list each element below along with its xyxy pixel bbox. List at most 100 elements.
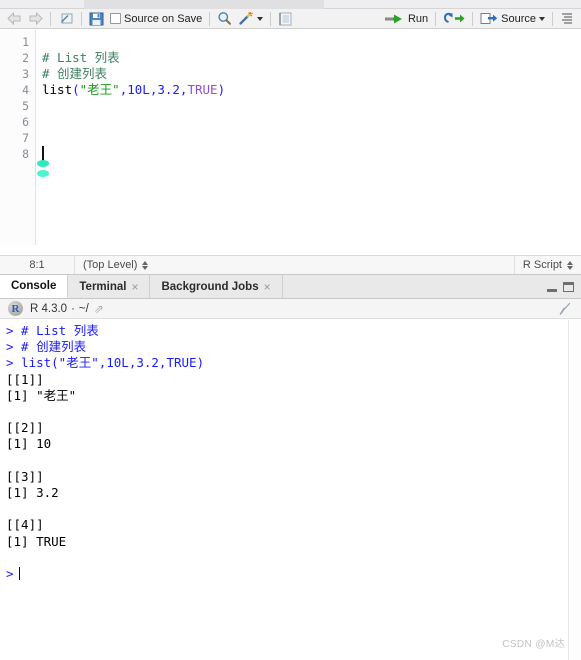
console-line: [[4]] <box>6 517 44 533</box>
toolbar-divider <box>270 11 272 26</box>
toolbar-divider <box>435 11 437 26</box>
minimize-icon[interactable] <box>547 288 557 292</box>
stepper-icon[interactable] <box>142 260 149 270</box>
prompt-symbol: > <box>6 565 14 581</box>
comment-token: # 创建列表 <box>42 66 108 81</box>
rerun-loop-icon <box>444 12 465 23</box>
show-in-new-window-button[interactable] <box>55 10 77 28</box>
editor-status-bar: 8:1 (Top Level) R Script <box>0 255 581 275</box>
run-button[interactable]: Run <box>382 10 431 28</box>
broom-clear-icon[interactable] <box>558 302 572 316</box>
console-line: [1] "老王" <box>6 387 77 403</box>
console-line: [[2]] <box>6 420 44 436</box>
tab-terminal[interactable]: Terminal × <box>68 275 151 298</box>
console-line: [1] 3.2 <box>6 485 59 500</box>
header-separator: · <box>71 302 75 315</box>
run-label: Run <box>407 12 429 25</box>
code-tools-button[interactable] <box>235 10 266 28</box>
tab-label: Terminal <box>79 280 127 293</box>
console-line: [1] TRUE <box>6 533 67 549</box>
tab-background-jobs[interactable]: Background Jobs × <box>150 275 283 298</box>
ime-indicator-icon <box>37 170 49 177</box>
console-line: > # List 列表 <box>6 323 99 338</box>
save-floppy-icon <box>89 12 104 25</box>
code-line-3: # 创建列表 <box>42 66 581 82</box>
back-button[interactable] <box>4 10 25 28</box>
editor-tab-strip[interactable] <box>0 0 581 9</box>
source-button[interactable]: Source <box>477 10 548 28</box>
console-prompt-line[interactable]: > <box>6 566 581 582</box>
popout-window-icon <box>61 13 73 23</box>
forward-arrow-icon <box>29 12 43 25</box>
console-line: [1] 10 <box>6 436 52 452</box>
toolbar-divider <box>81 11 82 26</box>
scope-selector[interactable]: (Top Level) <box>75 256 156 275</box>
save-button[interactable] <box>86 10 107 28</box>
ime-indicator-icon <box>37 160 49 167</box>
toolbar-divider <box>472 11 474 26</box>
line-number: 7 <box>22 131 29 145</box>
checkbox-box[interactable] <box>110 13 121 24</box>
line-number-gutter: 1 2 3 4 5 6 7 8 <box>0 30 36 245</box>
editor-tab[interactable] <box>84 0 324 9</box>
source-label: Source <box>501 12 536 25</box>
console-pane: Console Terminal × Background Jobs × R R… <box>0 274 581 660</box>
code-text-area[interactable]: # List 列表 # 创建列表 list("老王",10L,3.2,TRUE) <box>36 30 581 245</box>
source-arrow-icon <box>480 13 498 24</box>
file-type-selector[interactable]: R Script <box>515 256 581 275</box>
tab-label: Console <box>11 280 57 292</box>
console-line: > # 创建列表 <box>6 339 87 355</box>
run-arrow-icon <box>384 14 402 23</box>
code-line-4: list("老王",10L,3.2,TRUE) <box>42 82 581 98</box>
back-arrow-icon <box>7 12 21 25</box>
string-token: "老王" <box>79 82 120 97</box>
find-replace-button[interactable] <box>214 10 235 28</box>
code-editor[interactable]: 1 2 3 4 5 6 7 8 # List 列表 # 创建列表 list("老… <box>0 30 581 245</box>
console-line: [[1]] <box>6 371 44 387</box>
watermark: CSDN @M达 <box>502 639 565 650</box>
pane-window-controls <box>547 275 574 299</box>
document-outline-icon <box>562 13 572 24</box>
constant-token: TRUE <box>187 82 218 97</box>
line-number: 3 <box>22 67 29 81</box>
close-icon[interactable]: × <box>264 280 271 294</box>
console-line: > list("老王",10L,3.2,TRUE) <box>6 355 205 371</box>
working-directory-label: ~/ <box>78 302 89 315</box>
line-number: 5 <box>22 99 29 113</box>
popout-arrow-icon[interactable]: ⇗ <box>94 302 104 316</box>
document-outline-button[interactable] <box>557 10 577 28</box>
rerun-button[interactable] <box>440 10 468 28</box>
console-line: [[3]] <box>6 468 44 484</box>
r-logo-icon: R <box>8 301 23 316</box>
paren-token: ( <box>72 82 80 97</box>
source-on-save-checkbox[interactable]: Source on Save <box>107 10 205 28</box>
stepper-icon[interactable] <box>567 260 573 270</box>
console-output[interactable]: > # List 列表 > # 创建列表 > list("老王",10L,3.2… <box>0 320 581 660</box>
close-icon[interactable]: × <box>131 280 138 294</box>
toolbar-divider <box>209 11 211 26</box>
rstudio-window: Source on Save Run Source 1 2 3 4 5 6 7 … <box>0 0 581 660</box>
console-cursor <box>18 566 21 580</box>
line-number: 2 <box>22 51 29 65</box>
forward-button[interactable] <box>25 10 46 28</box>
tab-console[interactable]: Console <box>0 275 69 298</box>
maximize-icon[interactable] <box>563 282 574 292</box>
editor-toolbar: Source on Save Run Source <box>0 9 581 29</box>
compile-report-button[interactable] <box>275 10 295 28</box>
comment-token: # List 列表 <box>42 50 120 65</box>
console-scrollbar[interactable] <box>568 320 581 660</box>
code-line-2: # List 列表 <box>42 50 581 66</box>
line-number: 4 <box>22 83 29 97</box>
toolbar-divider <box>552 11 553 26</box>
chevron-down-icon[interactable] <box>257 16 264 21</box>
line-number: 1 <box>22 35 29 49</box>
chevron-down-icon[interactable] <box>539 16 545 21</box>
function-token: list <box>42 82 73 97</box>
tab-label: Background Jobs <box>161 280 259 293</box>
